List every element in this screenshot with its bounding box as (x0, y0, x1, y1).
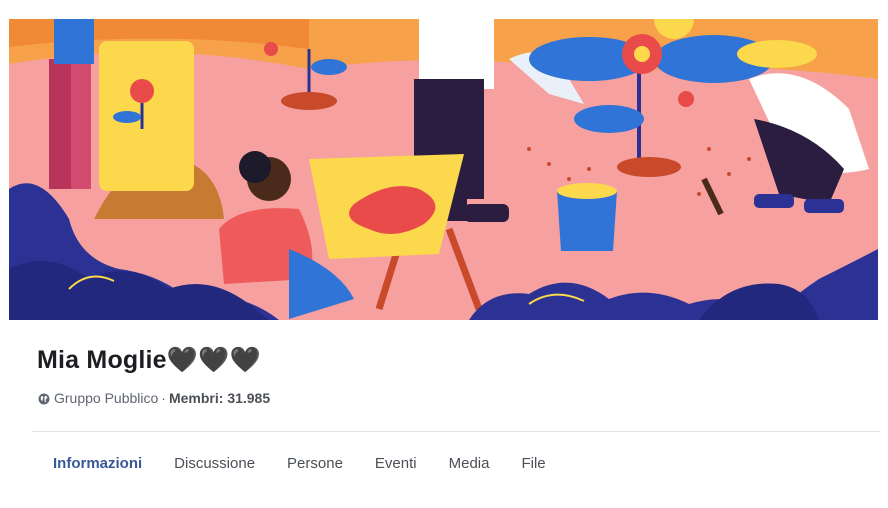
group-tabs: Informazioni Discussione Persone Eventi … (37, 448, 562, 478)
tab-media[interactable]: Media (433, 449, 506, 478)
header-divider (32, 431, 880, 432)
members-label: Membri: (168, 390, 224, 406)
meta-separator: · (161, 390, 166, 406)
tab-persone[interactable]: Persone (271, 449, 359, 478)
cover-photo (9, 19, 878, 320)
globe-icon (38, 392, 50, 405)
tab-discussione[interactable]: Discussione (158, 449, 271, 478)
privacy-label: Gruppo Pubblico (54, 390, 159, 406)
group-name[interactable]: Mia Moglie🖤🖤🖤 (37, 346, 261, 375)
cover-illustration (9, 19, 878, 320)
members-count: 31.985 (227, 390, 271, 406)
tab-file[interactable]: File (505, 449, 561, 478)
tab-eventi[interactable]: Eventi (359, 449, 433, 478)
group-header: Mia Moglie🖤🖤🖤 Gruppo Pubblico · Membri: … (0, 320, 888, 508)
tab-informazioni[interactable]: Informazioni (37, 449, 158, 478)
group-meta: Gruppo Pubblico · Membri: 31.985 (38, 390, 270, 406)
